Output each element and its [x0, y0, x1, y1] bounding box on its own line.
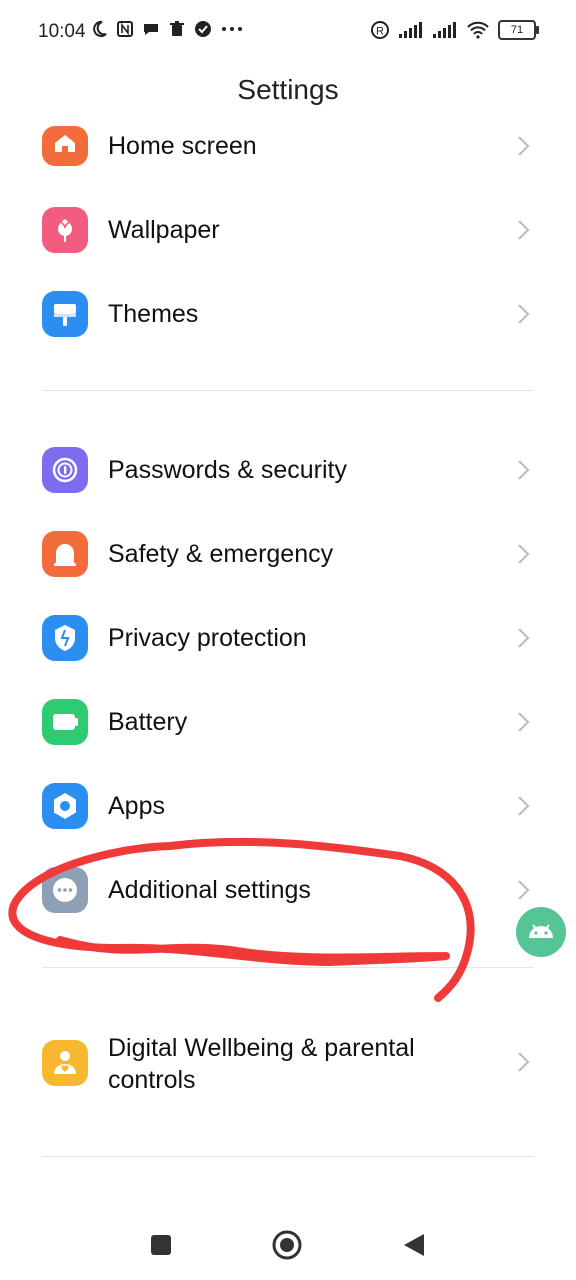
settings-item-passwords-security[interactable]: Passwords & security: [0, 428, 576, 512]
signal-icon: [433, 22, 456, 38]
trash-icon: [170, 21, 184, 36]
moon-icon: [93, 20, 107, 37]
navigation-bar: [0, 1212, 576, 1280]
status-icons-right: R 71: [370, 20, 539, 40]
shield-icon: [42, 615, 88, 661]
settings-item-label: Home screen: [108, 132, 257, 160]
gear-icon: [42, 783, 88, 829]
chevron-right-icon: [518, 628, 530, 648]
floating-assistant-button[interactable]: [516, 907, 566, 957]
home-circle-icon[interactable]: [272, 1230, 302, 1260]
settings-item-safety-emergency[interactable]: Safety & emergency: [0, 512, 576, 596]
settings-item-label: Themes: [108, 300, 199, 328]
check-badge-icon: [195, 21, 211, 37]
settings-item-label: Safety & emergency: [108, 540, 334, 568]
section-divider: [42, 390, 534, 391]
settings-item-apps[interactable]: Apps: [0, 764, 576, 848]
settings-item-label: Battery: [108, 708, 188, 736]
settings-item-label: Passwords & security: [108, 456, 347, 484]
signal-icon: [399, 22, 422, 38]
settings-item-privacy-protection[interactable]: Privacy protection: [0, 596, 576, 680]
status-time: 10:04: [38, 21, 86, 42]
page-title: Settings: [237, 74, 339, 105]
settings-item-wallpaper[interactable]: Wallpaper: [0, 188, 576, 272]
chevron-right-icon: [518, 1052, 530, 1072]
chat-icon: [144, 24, 158, 35]
settings-item-digital-wellbeing[interactable]: Digital Wellbeing & parental controls: [0, 1020, 576, 1104]
chevron-right-icon: [518, 880, 530, 900]
recents-square-icon[interactable]: [150, 1234, 172, 1256]
status-icons-left: [90, 20, 244, 38]
person-heart-icon: [42, 1040, 88, 1086]
more-dots-icon: [42, 867, 88, 913]
settings-item-themes[interactable]: Themes: [0, 272, 576, 356]
paint-roller-icon: [42, 291, 88, 337]
section-divider: [42, 967, 534, 968]
chevron-right-icon: [518, 544, 530, 564]
settings-item-label: Apps: [108, 792, 165, 820]
settings-item-battery[interactable]: Battery: [0, 680, 576, 764]
settings-item-label: Wallpaper: [108, 216, 220, 244]
more-dots-icon: [222, 27, 242, 31]
wifi-icon: [467, 21, 489, 39]
section-divider: [42, 1156, 534, 1157]
lock-icon: [42, 447, 88, 493]
settings-item-label: Digital Wellbeing & parental controls: [108, 1034, 415, 1094]
alarm-light-icon: [42, 531, 88, 577]
home-icon: [42, 126, 88, 166]
nfc-icon: [117, 21, 133, 37]
chevron-right-icon: [518, 712, 530, 732]
battery-icon: [42, 699, 88, 745]
chevron-right-icon: [518, 304, 530, 324]
registered-icon: R: [371, 21, 389, 39]
chevron-right-icon: [518, 460, 530, 480]
chevron-right-icon: [518, 136, 530, 156]
chevron-right-icon: [518, 796, 530, 816]
settings-item-label: Additional settings: [108, 876, 311, 904]
back-triangle-icon[interactable]: [402, 1232, 426, 1258]
android-icon: [529, 924, 553, 938]
tulip-icon: [42, 207, 88, 253]
chevron-right-icon: [518, 220, 530, 240]
status-bar: 10:04 R 71: [0, 0, 576, 64]
settings-item-home-screen[interactable]: Home screen: [0, 104, 576, 188]
settings-item-additional-settings[interactable]: Additional settings: [0, 848, 576, 932]
settings-item-label: Privacy protection: [108, 624, 307, 652]
battery-icon: 71: [498, 20, 539, 40]
svg-text:R: R: [376, 26, 384, 38]
